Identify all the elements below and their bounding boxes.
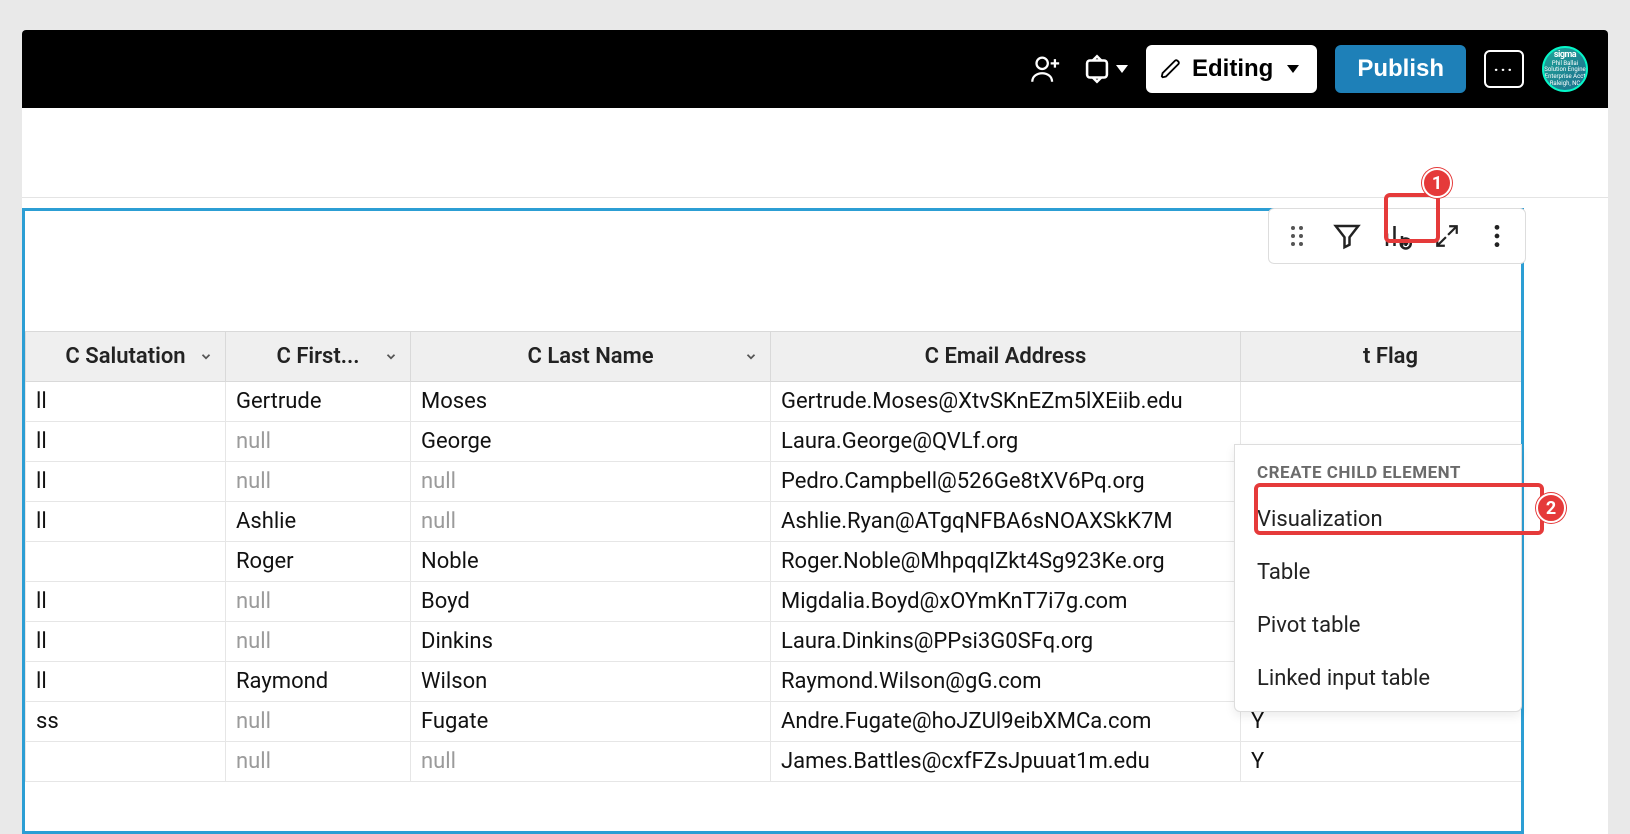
cell-first[interactable]: null bbox=[226, 742, 411, 782]
cell-email[interactable]: Pedro.Campbell@526Ge8tXV6Pq.org bbox=[771, 462, 1241, 502]
cell-last[interactable]: Wilson bbox=[411, 662, 771, 702]
cell-first[interactable]: null bbox=[226, 702, 411, 742]
chevron-down-icon bbox=[199, 344, 213, 369]
cell-last[interactable]: Moses bbox=[411, 382, 771, 422]
cell-last[interactable]: null bbox=[411, 462, 771, 502]
cell-sal[interactable]: ll bbox=[26, 462, 226, 502]
cell-sal[interactable]: ll bbox=[26, 582, 226, 622]
column-header-flag[interactable]: t Flag bbox=[1241, 332, 1522, 382]
dropdown-item-linked-input-table[interactable]: Linked input table bbox=[1235, 652, 1521, 705]
add-user-icon[interactable] bbox=[1028, 52, 1062, 86]
cell-first[interactable]: Ashlie bbox=[226, 502, 411, 542]
expand-icon[interactable] bbox=[1429, 218, 1465, 254]
dropdown-item-visualization[interactable]: Visualization bbox=[1235, 493, 1521, 546]
cell-first[interactable]: null bbox=[226, 582, 411, 622]
cell-first[interactable]: Roger bbox=[226, 542, 411, 582]
create-child-element-icon[interactable] bbox=[1379, 218, 1415, 254]
column-header-last[interactable]: C Last Name bbox=[411, 332, 771, 382]
editing-label: Editing bbox=[1192, 55, 1273, 83]
cell-last[interactable]: Dinkins bbox=[411, 622, 771, 662]
publish-button[interactable]: Publish bbox=[1335, 45, 1466, 93]
cell-flag[interactable]: Y bbox=[1241, 742, 1522, 782]
cell-last[interactable]: null bbox=[411, 502, 771, 542]
cell-email[interactable]: James.Battles@cxfFZsJpuuat1m.edu bbox=[771, 742, 1241, 782]
cell-first[interactable]: null bbox=[226, 422, 411, 462]
editing-mode-button[interactable]: Editing bbox=[1146, 45, 1317, 93]
dropdown-item-pivot-table[interactable]: Pivot table bbox=[1235, 599, 1521, 652]
cell-sal[interactable]: ll bbox=[26, 662, 226, 702]
dropdown-item-table[interactable]: Table bbox=[1235, 546, 1521, 599]
more-icon[interactable] bbox=[1479, 218, 1515, 254]
chevron-down-icon bbox=[1116, 65, 1128, 73]
cell-email[interactable]: Raymond.Wilson@gG.com bbox=[771, 662, 1241, 702]
cell-first[interactable]: Raymond bbox=[226, 662, 411, 702]
chevron-down-icon bbox=[744, 344, 758, 369]
element-toolbar bbox=[1268, 208, 1526, 264]
comments-button[interactable]: ··· bbox=[1484, 50, 1524, 88]
avatar[interactable]: sigma Phil Ballai Solution Engine Enterp… bbox=[1542, 46, 1588, 92]
dropdown-header: CREATE CHILD ELEMENT bbox=[1235, 445, 1521, 493]
filter-icon[interactable] bbox=[1329, 218, 1365, 254]
cell-sal[interactable] bbox=[26, 542, 226, 582]
cell-sal[interactable]: ss bbox=[26, 702, 226, 742]
top-bar: Editing Publish ··· sigma Phil Ballai So… bbox=[22, 30, 1608, 108]
cell-last[interactable]: George bbox=[411, 422, 771, 462]
annotation-callout-1: 1 bbox=[1422, 168, 1452, 198]
cell-sal[interactable]: ll bbox=[26, 622, 226, 662]
cell-last[interactable]: Boyd bbox=[411, 582, 771, 622]
cell-last[interactable]: Noble bbox=[411, 542, 771, 582]
column-header-first[interactable]: C First... bbox=[226, 332, 411, 382]
create-child-dropdown: CREATE CHILD ELEMENT VisualizationTableP… bbox=[1234, 444, 1522, 712]
refresh-dropdown[interactable] bbox=[1080, 52, 1128, 86]
annotation-callout-2: 2 bbox=[1536, 493, 1566, 523]
table-row[interactable]: nullnullJames.Battles@cxfFZsJpuuat1m.edu… bbox=[26, 742, 1522, 782]
cell-email[interactable]: Roger.Noble@MhpqqIZkt4Sg923Ke.org bbox=[771, 542, 1241, 582]
drag-handle-icon[interactable] bbox=[1279, 218, 1315, 254]
cell-last[interactable]: Fugate bbox=[411, 702, 771, 742]
content-area: C SalutationC First...C Last NameC Email… bbox=[22, 198, 1608, 834]
cell-first[interactable]: null bbox=[226, 462, 411, 502]
cell-first[interactable]: null bbox=[226, 622, 411, 662]
app-window: Editing Publish ··· sigma Phil Ballai So… bbox=[22, 30, 1608, 834]
chevron-down-icon bbox=[1287, 65, 1299, 73]
sub-bar bbox=[22, 108, 1608, 198]
cell-sal[interactable]: ll bbox=[26, 382, 226, 422]
cell-first[interactable]: Gertrude bbox=[226, 382, 411, 422]
column-header-email[interactable]: C Email Address bbox=[771, 332, 1241, 382]
cell-sal[interactable] bbox=[26, 742, 226, 782]
column-header-sal[interactable]: C Salutation bbox=[26, 332, 226, 382]
cell-sal[interactable]: ll bbox=[26, 422, 226, 462]
cell-email[interactable]: Migdalia.Boyd@xOYmKnT7i7g.com bbox=[771, 582, 1241, 622]
chevron-down-icon bbox=[384, 344, 398, 369]
table-row[interactable]: llGertrudeMosesGertrude.Moses@XtvSKnEZm5… bbox=[26, 382, 1522, 422]
cell-sal[interactable]: ll bbox=[26, 502, 226, 542]
cell-email[interactable]: Gertrude.Moses@XtvSKnEZm5lXEiib.edu bbox=[771, 382, 1241, 422]
cell-email[interactable]: Laura.George@QVLf.org bbox=[771, 422, 1241, 462]
cell-email[interactable]: Andre.Fugate@hoJZUl9eibXMCa.com bbox=[771, 702, 1241, 742]
cell-email[interactable]: Ashlie.Ryan@ATgqNFBA6sNOAXSkK7M bbox=[771, 502, 1241, 542]
cell-email[interactable]: Laura.Dinkins@PPsi3G0SFq.org bbox=[771, 622, 1241, 662]
cell-last[interactable]: null bbox=[411, 742, 771, 782]
cell-flag[interactable] bbox=[1241, 382, 1522, 422]
